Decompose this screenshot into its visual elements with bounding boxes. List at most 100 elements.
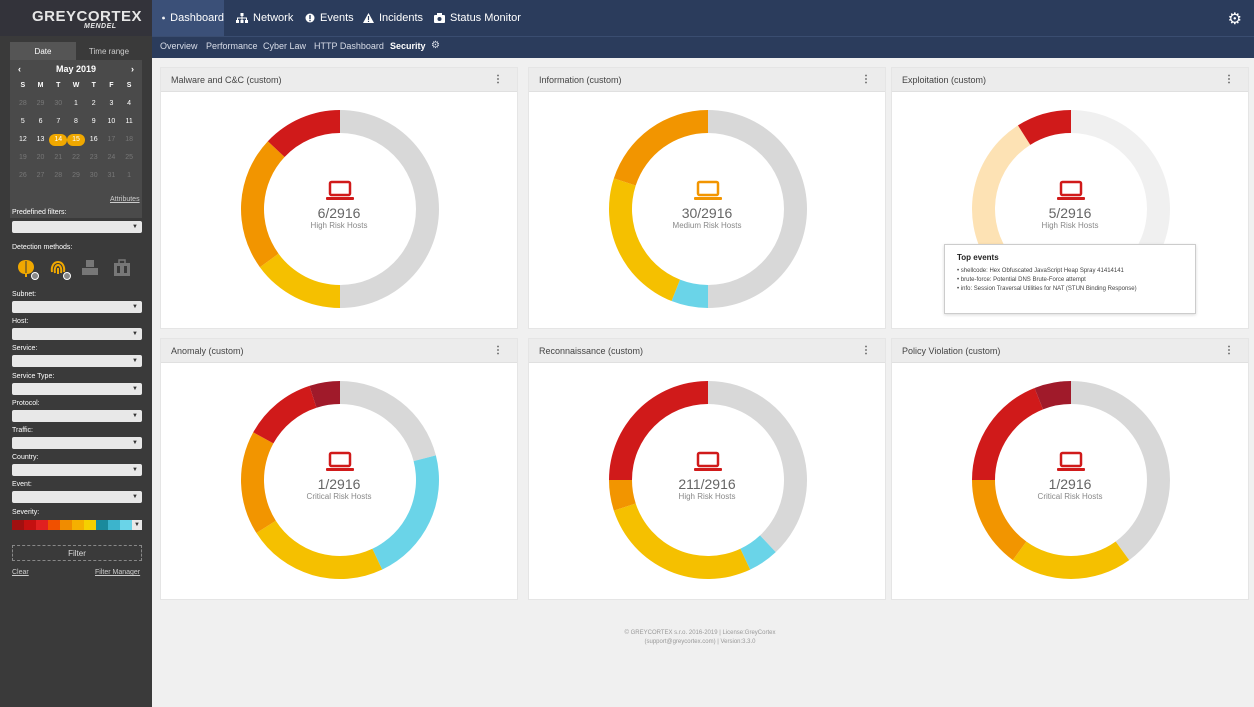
- calendar-day[interactable]: 11: [120, 116, 138, 128]
- donut-segment[interactable]: [256, 520, 383, 579]
- severity-swatch[interactable]: [120, 520, 132, 530]
- calendar-day[interactable]: 28: [14, 98, 32, 110]
- calendar-day[interactable]: 1: [67, 98, 85, 110]
- severity-swatch[interactable]: [12, 520, 24, 530]
- filter-select[interactable]: ▼: [12, 464, 142, 477]
- filter-select[interactable]: ▼: [12, 437, 142, 449]
- calendar-day[interactable]: 21: [49, 152, 67, 164]
- calendar-day[interactable]: 12: [14, 134, 32, 146]
- calendar-day[interactable]: 26: [14, 170, 32, 182]
- calendar-day[interactable]: 8: [67, 116, 85, 128]
- filter-manager-link[interactable]: Filter Manager: [95, 569, 140, 576]
- card-menu-icon[interactable]: ⋮: [861, 74, 871, 85]
- nav-events[interactable]: Events: [305, 0, 354, 36]
- nav-network[interactable]: Network: [236, 0, 293, 36]
- severity-swatch[interactable]: [108, 520, 120, 530]
- filter-button[interactable]: Filter: [12, 545, 142, 561]
- subnav-http-dashboard[interactable]: HTTP Dashboard: [314, 41, 384, 51]
- filter-select[interactable]: ▼: [12, 409, 142, 422]
- filter-select[interactable]: ▼: [12, 328, 142, 341]
- calendar-day[interactable]: 7: [49, 116, 67, 128]
- severity-swatch[interactable]: [36, 520, 48, 530]
- logo[interactable]: GREYCORTEX MENDEL: [0, 0, 152, 36]
- calendar-day[interactable]: 6: [32, 116, 50, 128]
- subnav-overview[interactable]: Overview: [160, 41, 198, 51]
- cubes-icon[interactable]: [80, 258, 100, 278]
- clear-link[interactable]: Clear: [12, 569, 29, 576]
- calendar-day[interactable]: 22: [67, 152, 85, 164]
- subnav-cyber-law[interactable]: Cyber Law: [263, 41, 306, 51]
- donut-segment[interactable]: [253, 385, 317, 444]
- severity-swatch[interactable]: [72, 520, 84, 530]
- severity-selector[interactable]: ▼: [12, 520, 142, 530]
- calendar-day[interactable]: 5: [14, 116, 32, 128]
- donut-segment[interactable]: [609, 178, 681, 302]
- donut-segment[interactable]: [340, 381, 436, 462]
- calendar-day[interactable]: 23: [85, 152, 103, 164]
- calendar-day[interactable]: 10: [103, 116, 121, 128]
- attributes-link[interactable]: Attributes: [110, 196, 140, 203]
- calendar-day[interactable]: 17: [103, 134, 121, 146]
- donut-segment[interactable]: [708, 381, 807, 553]
- calendar-day[interactable]: 27: [32, 170, 50, 182]
- donut-segment[interactable]: [972, 387, 1044, 480]
- calendar-day[interactable]: 31: [103, 170, 121, 182]
- tab-time-range[interactable]: Time range: [76, 42, 142, 60]
- tab-date[interactable]: Date: [10, 42, 76, 60]
- calendar-day[interactable]: 1: [120, 170, 138, 182]
- donut-segment[interactable]: [372, 455, 439, 570]
- subnav-settings-gear-icon[interactable]: ⚙: [431, 40, 440, 51]
- calendar-day[interactable]: 30: [85, 170, 103, 182]
- calendar-day[interactable]: 28: [49, 170, 67, 182]
- subnav-performance[interactable]: Performance: [206, 41, 258, 51]
- nav-status-monitor[interactable]: Status Monitor: [434, 0, 521, 36]
- card-menu-icon[interactable]: ⋮: [1224, 74, 1234, 85]
- card-menu-icon[interactable]: ⋮: [861, 345, 871, 356]
- calendar-day[interactable]: 2: [85, 98, 103, 110]
- calendar-day[interactable]: 16: [85, 134, 103, 146]
- calendar-day[interactable]: 19: [14, 152, 32, 164]
- severity-swatch[interactable]: [60, 520, 72, 530]
- card-menu-icon[interactable]: ⋮: [1224, 345, 1234, 356]
- severity-swatch[interactable]: [96, 520, 108, 530]
- donut-segment[interactable]: [259, 253, 340, 308]
- calendar-day[interactable]: 18: [120, 134, 138, 146]
- calendar-next-icon[interactable]: ›: [131, 64, 134, 74]
- calendar-day[interactable]: 25: [120, 152, 138, 164]
- filter-select[interactable]: ▼: [12, 355, 142, 368]
- predefined-filters-select[interactable]: ▼: [12, 221, 142, 233]
- calendar-day[interactable]: 9: [85, 116, 103, 128]
- subnav-security[interactable]: Security: [390, 41, 426, 51]
- toolbox-icon[interactable]: [112, 258, 132, 278]
- calendar-day[interactable]: 30: [49, 98, 67, 110]
- calendar-day[interactable]: 29: [32, 98, 50, 110]
- donut-segment[interactable]: [972, 125, 1031, 263]
- calendar-day[interactable]: 29: [67, 170, 85, 182]
- donut-segment[interactable]: [1012, 541, 1130, 579]
- calendar-day[interactable]: 14: [49, 134, 68, 146]
- card-menu-icon[interactable]: ⋮: [493, 74, 503, 85]
- filter-select[interactable]: ▼: [12, 491, 142, 504]
- card-menu-icon[interactable]: ⋮: [493, 345, 503, 356]
- severity-swatch[interactable]: [24, 520, 36, 530]
- severity-swatch[interactable]: [48, 520, 60, 530]
- calendar-day[interactable]: 3: [103, 98, 121, 110]
- brain-icon[interactable]: [16, 258, 39, 280]
- calendar-day[interactable]: 13: [32, 134, 50, 146]
- calendar-prev-icon[interactable]: ‹: [18, 64, 21, 74]
- filter-select[interactable]: ▼: [12, 301, 142, 313]
- nav-dashboard[interactable]: Dashboard: [152, 0, 224, 36]
- donut-segment[interactable]: [613, 110, 708, 186]
- calendar-day[interactable]: 20: [32, 152, 50, 164]
- fingerprint-icon[interactable]: [48, 258, 71, 280]
- donut-segment[interactable]: [267, 110, 340, 157]
- filter-select[interactable]: ▼: [12, 382, 142, 395]
- donut-segment[interactable]: [609, 381, 708, 480]
- severity-swatch[interactable]: [84, 520, 96, 530]
- calendar-day[interactable]: 15: [67, 134, 85, 146]
- calendar-day[interactable]: 24: [103, 152, 121, 164]
- donut-segment[interactable]: [613, 503, 751, 579]
- calendar-day[interactable]: 4: [120, 98, 138, 110]
- donut-segment[interactable]: [1071, 381, 1170, 561]
- settings-gear-icon[interactable]: ⚙: [1228, 9, 1242, 29]
